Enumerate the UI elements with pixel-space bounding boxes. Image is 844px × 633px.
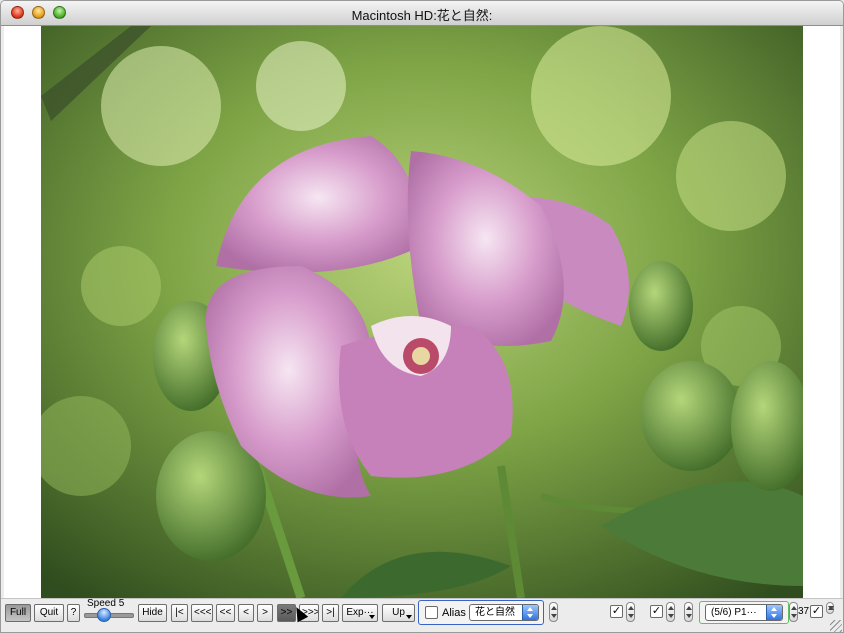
image-count-value: 37: [798, 606, 810, 617]
title-bar[interactable]: Macintosh HD:花と自然:: [1, 1, 843, 26]
full-screen-button[interactable]: Full: [5, 604, 31, 622]
resize-grip-icon[interactable]: [830, 620, 842, 632]
image-viewer-area: [4, 26, 840, 598]
alias-folder-popup[interactable]: 花と自然: [469, 604, 539, 621]
control-toolbar: Full Quit ? Speed 5 Hide |< <<< << < > >…: [1, 598, 843, 632]
popup-arrows-icon: [522, 605, 538, 620]
window-title: Macintosh HD:花と自然:: [351, 8, 493, 23]
option-checkbox-1[interactable]: ✓: [610, 605, 623, 618]
image-position-value: (5/6) P1···: [711, 607, 757, 618]
image-position-popup[interactable]: (5/6) P1···: [705, 604, 783, 621]
option-stepper-1[interactable]: [626, 602, 635, 622]
forward-one-button[interactable]: >: [257, 604, 273, 622]
hide-button[interactable]: Hide: [138, 604, 167, 622]
alias-group: Alias 花と自然: [418, 600, 544, 625]
position-stepper[interactable]: [789, 602, 798, 622]
popup-arrows-icon: [766, 605, 782, 620]
quit-button[interactable]: Quit: [34, 604, 64, 622]
last-image-button[interactable]: >|: [322, 604, 339, 622]
speed-slider-knob[interactable]: [97, 608, 111, 622]
scroll-up-arrow[interactable]: [826, 602, 834, 614]
up-folder-button[interactable]: Up: [382, 604, 415, 622]
back-two-button[interactable]: <<: [216, 604, 235, 622]
photo-hibiscus-flower[interactable]: [41, 26, 803, 598]
app-window: Macintosh HD:花と自然: Full Quit ? Speed 5 H…: [0, 0, 844, 633]
alias-checkbox[interactable]: [425, 606, 438, 619]
option-stepper-2[interactable]: [666, 602, 675, 622]
option-checkbox-3[interactable]: ✓: [810, 605, 823, 618]
back-three-button[interactable]: <<<: [191, 604, 213, 622]
image-position-group: (5/6) P1···: [699, 601, 789, 624]
alias-label: Alias: [442, 607, 466, 619]
export-menu-button[interactable]: Exp···: [342, 604, 378, 622]
option-checkbox-2[interactable]: ✓: [650, 605, 663, 618]
help-button[interactable]: ?: [67, 604, 80, 622]
option-stepper-3[interactable]: [684, 602, 693, 622]
photo-image: [41, 26, 803, 598]
alias-folder-value: 花と自然: [475, 607, 515, 618]
first-image-button[interactable]: |<: [171, 604, 188, 622]
alias-stepper[interactable]: [549, 602, 558, 622]
back-one-button[interactable]: <: [238, 604, 254, 622]
